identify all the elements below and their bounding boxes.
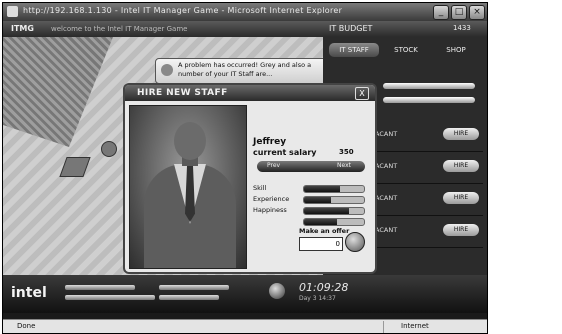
intel-logo: intel [11, 285, 47, 301]
ie-icon [7, 6, 18, 17]
salary-value: 350 [339, 148, 354, 156]
notification-text: A problem has occurred! Grey and also a … [178, 61, 312, 78]
tab-shop[interactable]: SHOP [433, 43, 479, 57]
stat-bar [303, 218, 365, 226]
hire-staff-dialog: HIRE NEW STAFF X Jeffrey current salary … [123, 83, 377, 274]
stat-label: Happiness [253, 206, 287, 214]
security-zone: Internet [401, 322, 429, 330]
meter-bar [65, 295, 155, 300]
window-title: http://192.168.1.130 - Intel IT Manager … [23, 6, 343, 15]
stat-bar-skill [303, 185, 365, 193]
game-date: Day 3 14:37 [299, 295, 336, 302]
offer-label: Make an offer [299, 227, 350, 235]
submit-offer-button[interactable] [345, 232, 365, 252]
ie-status-bar: Done Internet [3, 319, 487, 333]
dialog-header: HIRE NEW STAFF X [125, 85, 375, 101]
staff-slot-bar [383, 97, 475, 103]
tab-stock[interactable]: STOCK [383, 43, 429, 57]
office-wall [3, 37, 113, 147]
globe-icon[interactable] [269, 283, 285, 299]
game-header: ITMG welcome to the Intel IT Manager Gam… [3, 21, 487, 38]
hire-button[interactable]: HIRE [443, 160, 479, 172]
candidate-info: Jeffrey current salary 350 Prev Next Ski… [251, 105, 367, 265]
hire-button[interactable]: HIRE [443, 192, 479, 204]
prev-button[interactable]: Prev [267, 162, 280, 169]
next-button[interactable]: Next [337, 162, 351, 169]
game-clock: 01:09:28 [299, 281, 349, 294]
dialog-title: HIRE NEW STAFF [137, 88, 228, 98]
budget-value: 1433 [453, 24, 471, 32]
screen: http://192.168.1.130 - Intel IT Manager … [0, 0, 562, 334]
meter-bar [159, 295, 219, 300]
close-window-button[interactable]: × [469, 5, 485, 20]
salary-label: current salary [253, 148, 317, 157]
minimize-button[interactable]: _ [433, 5, 449, 20]
meter-bar [65, 285, 135, 290]
head [174, 122, 206, 160]
candidate-nav: Prev Next [257, 161, 365, 172]
panel-tabs: IT STAFF STOCK SHOP [323, 43, 487, 61]
browser-window: http://192.168.1.130 - Intel IT Manager … [2, 2, 488, 334]
status-divider [383, 321, 384, 333]
budget-label: IT BUDGET [329, 24, 373, 33]
stat-label: Skill [253, 184, 267, 192]
stat-bar-happiness [303, 207, 365, 215]
game-subtitle: welcome to the Intel IT Manager Game [51, 25, 188, 33]
plant [101, 141, 117, 157]
alert-icon [161, 64, 173, 76]
hire-button[interactable]: HIRE [443, 128, 479, 140]
dialog-close-button[interactable]: X [355, 87, 369, 100]
tab-it-staff[interactable]: IT STAFF [329, 43, 379, 57]
desk[interactable] [59, 157, 91, 177]
stat-label: Experience [253, 195, 290, 203]
problem-notification[interactable]: A problem has occurred! Grey and also a … [155, 58, 327, 84]
maximize-button[interactable]: □ [451, 5, 467, 20]
game-brand: ITMG [11, 24, 34, 33]
meter-bar [159, 285, 229, 290]
hire-button[interactable]: HIRE [443, 224, 479, 236]
staff-slot-bar [383, 83, 475, 89]
title-bar: http://192.168.1.130 - Intel IT Manager … [3, 3, 487, 21]
bottom-bar: intel 01:09:28 Day 3 14:37 [3, 275, 487, 313]
stat-bar-experience [303, 196, 365, 204]
offer-input[interactable]: 0 [299, 237, 343, 251]
candidate-portrait [129, 105, 247, 269]
candidate-name: Jeffrey [253, 137, 287, 147]
status-text: Done [17, 322, 36, 330]
